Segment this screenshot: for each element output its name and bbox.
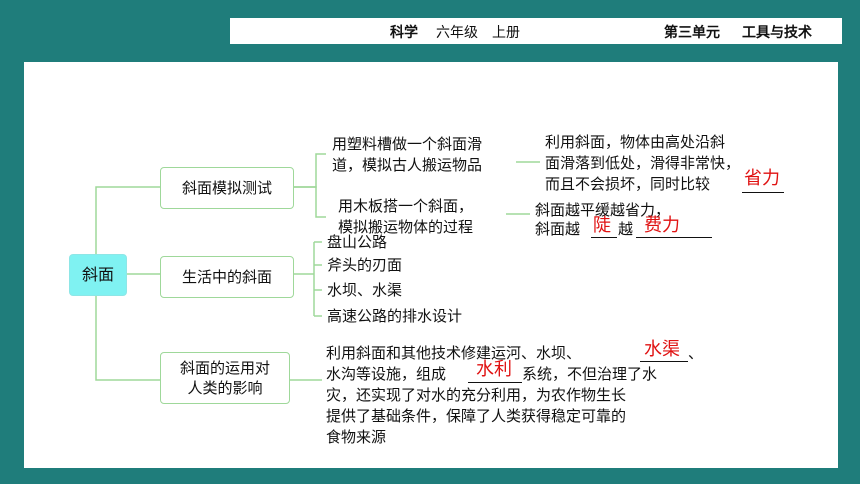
result-1-line3: 而且不会损坏，同时比较 (545, 175, 711, 193)
answer-shui-li: 水利 (476, 359, 512, 380)
answer-blank (742, 192, 784, 193)
answer-fei-li: 费力 (644, 215, 680, 236)
unit-info: 第三单元 工具与技术 (642, 22, 812, 42)
life-example-3: 水坝、水渠 (327, 281, 403, 299)
result-1-line1: 利用斜面，物体由高处沿斜 (545, 133, 726, 151)
impact-line-4: 提供了基础条件，保障了人类获得稳定可靠的 (326, 407, 627, 425)
result-2-line2a: 斜面越 (535, 220, 581, 238)
header-bar: 科学 六年级 上册 第三单元 工具与技术 (230, 18, 842, 44)
answer-sheng-li: 省力 (744, 168, 780, 189)
impact-line-2a: 水沟等设施，组成 (326, 365, 447, 383)
grade: 六年级 (436, 25, 478, 41)
answer-blank (636, 237, 712, 238)
volume: 上册 (492, 25, 520, 41)
branch-label: 生活中的斜面 (181, 268, 272, 286)
test-item-1-line1: 用塑料槽做一个斜面滑 (332, 135, 483, 153)
answer-blank (468, 382, 522, 383)
result-2-line2b: 越 (618, 220, 634, 238)
course-info: 科学 六年级 上册 (390, 22, 534, 42)
unit-number: 第三单元 (664, 25, 720, 41)
branch-label: 斜面的运用对人类的影响 (179, 359, 270, 397)
unit-title: 工具与技术 (742, 25, 812, 41)
test-item-1-line2: 道，模拟古人搬运物品 (332, 156, 483, 174)
life-example-2: 斧头的刃面 (327, 256, 403, 274)
answer-blank (640, 361, 688, 362)
subject: 科学 (390, 25, 418, 41)
branch-inclines-in-life: 生活中的斜面 (160, 256, 294, 298)
life-example-4: 高速公路的排水设计 (327, 307, 463, 325)
test-item-2-line1: 用木板搭一个斜面， (338, 197, 474, 215)
branch-label: 斜面模拟测试 (181, 179, 272, 197)
root-label: 斜面 (81, 265, 114, 284)
life-example-1: 盘山公路 (327, 233, 388, 251)
result-1-line2: 面滑落到低处，滑得非常快， (545, 154, 741, 172)
mind-map-panel: 斜面 斜面模拟测试 生活中的斜面 斜面的运用对人类的影响 用塑料槽做一个斜面滑 … (24, 62, 838, 468)
impact-line-3: 灾，还实现了对水的充分利用，为农作物生长 (326, 386, 627, 404)
answer-dou: 陡 (593, 215, 611, 236)
branch-simulation-test: 斜面模拟测试 (160, 167, 294, 209)
branch-impact-on-humans: 斜面的运用对人类的影响 (160, 352, 290, 404)
impact-line-1: 利用斜面和其他技术修建运河、水坝、 (326, 344, 582, 362)
impact-line-1-end: 、 (688, 344, 704, 362)
answer-blank (591, 237, 617, 238)
answer-shui-qu: 水渠 (644, 339, 680, 360)
impact-line-2b: 系统，不但治理了水 (522, 365, 658, 383)
impact-line-5: 食物来源 (326, 428, 387, 446)
root-node: 斜面 (69, 254, 127, 296)
